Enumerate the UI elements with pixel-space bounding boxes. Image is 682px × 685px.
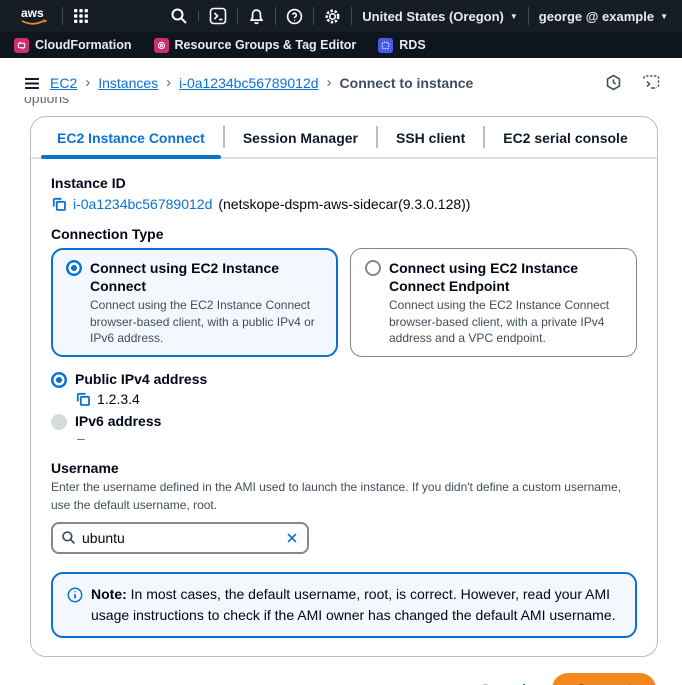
radio-unselected-icon — [365, 260, 381, 276]
username-input-wrapper — [51, 521, 309, 554]
divider — [275, 7, 277, 25]
account-menu[interactable]: george @ example ▼ — [539, 9, 668, 24]
apps-grid-icon[interactable] — [73, 8, 89, 24]
connection-type-options: Connect using EC2 Instance Connect Conne… — [51, 248, 637, 357]
cloudformation-icon — [14, 37, 29, 53]
rds-icon — [378, 37, 394, 53]
divider — [527, 7, 529, 25]
ipv6-radio-row: IPv6 address — [51, 413, 637, 430]
favorites-bar: CloudFormation Resource Groups & Tag Edi… — [0, 32, 682, 58]
search-icon — [62, 531, 76, 545]
option-title: Connect using EC2 Instance Connect Endpo… — [389, 260, 579, 295]
menu-icon[interactable] — [24, 75, 40, 91]
divider — [237, 7, 239, 25]
option-ec2-instance-connect-endpoint[interactable]: Connect using EC2 Instance Connect Endpo… — [350, 248, 637, 357]
connect-panel: EC2 Instance Connect Session Manager SSH… — [30, 116, 658, 657]
note-alert: Note: In most cases, the default usernam… — [51, 571, 637, 638]
favorite-label: Resource Groups & Tag Editor — [174, 38, 357, 52]
note-text: Note: In most cases, the default usernam… — [91, 584, 621, 626]
aws-logo[interactable]: aws — [18, 5, 52, 27]
option-content: Connect using EC2 Instance Connect Conne… — [90, 259, 323, 346]
option-content: Connect using EC2 Instance Connect Endpo… — [389, 259, 622, 346]
history-icon[interactable] — [605, 74, 622, 91]
radio-selected-icon — [66, 260, 82, 276]
instance-id-row: i-0a1234bc56789012d (netskope-dspm-aws-si… — [51, 196, 637, 212]
instance-id-link[interactable]: i-0a1234bc56789012d — [73, 196, 212, 212]
cloudshell-panel-icon[interactable] — [642, 74, 660, 91]
favorite-label: RDS — [399, 38, 426, 52]
username-description: Enter the username defined in the AMI us… — [51, 479, 621, 512]
tab-content: Instance ID i-0a1234bc56789012d (netskope… — [31, 159, 657, 656]
settings-icon[interactable] — [324, 8, 341, 25]
favorite-label: CloudFormation — [35, 38, 132, 52]
radio-selected-icon — [51, 371, 67, 388]
chevron-down-icon: ▼ — [660, 11, 668, 21]
top-navigation: aws United States (Oregon) ▼ george @ ex… — [0, 0, 682, 32]
divider — [198, 11, 200, 21]
username-section: Username Enter the username defined in t… — [51, 460, 637, 554]
divider — [62, 7, 63, 25]
tab-bar: EC2 Instance Connect Session Manager SSH… — [31, 117, 657, 159]
tab-ec2-instance-connect[interactable]: EC2 Instance Connect — [39, 117, 223, 159]
public-ipv4-value: 1.2.3.4 — [97, 390, 140, 407]
breadcrumb-link-instances[interactable]: Instances — [98, 75, 158, 91]
public-ipv4-radio-row[interactable]: Public IPv4 address — [51, 371, 637, 388]
instance-id-label: Instance ID — [51, 175, 126, 191]
region-selector[interactable]: United States (Oregon) ▼ — [362, 9, 518, 24]
chevron-down-icon: ▼ — [509, 11, 518, 21]
username-label: Username — [51, 459, 119, 476]
option-description: Connect using the EC2 Instance Connect b… — [90, 298, 315, 345]
breadcrumb-separator: › — [326, 74, 332, 91]
username-input[interactable] — [82, 529, 279, 546]
search-icon[interactable] — [170, 7, 188, 25]
footer-actions: Cancel Connect — [0, 657, 682, 685]
option-title: Connect using EC2 Instance Connect — [90, 260, 280, 295]
favorite-resource-groups[interactable]: Resource Groups & Tag Editor — [153, 37, 357, 53]
breadcrumb-current: Connect to instance — [339, 74, 474, 91]
svg-text:aws: aws — [21, 6, 44, 20]
notifications-icon[interactable] — [248, 8, 265, 25]
instance-name-suffix: (netskope-dspm-aws-sidecar(9.3.0.128)) — [218, 196, 471, 212]
breadcrumb-link-instance-id[interactable]: i-0a1234bc56789012d — [179, 75, 318, 91]
breadcrumb-actions — [605, 74, 660, 91]
help-icon[interactable] — [286, 8, 303, 25]
ipv6-label: IPv6 address — [75, 413, 162, 430]
cloudshell-icon[interactable] — [209, 7, 227, 25]
resource-groups-icon — [153, 37, 169, 53]
connect-button[interactable]: Connect — [552, 672, 656, 685]
region-label: United States (Oregon) — [362, 8, 504, 24]
info-icon — [67, 587, 83, 603]
breadcrumb-link-ec2[interactable]: EC2 — [50, 75, 77, 91]
tab-ssh-client[interactable]: SSH client — [378, 117, 483, 157]
divider — [351, 7, 353, 25]
connection-type-label: Connection Type — [51, 226, 164, 242]
breadcrumb-separator: › — [85, 74, 91, 91]
account-label: george @ example — [538, 8, 655, 24]
copy-icon[interactable] — [51, 196, 67, 212]
public-ipv4-value-row: 1.2.3.4 — [75, 391, 637, 407]
breadcrumb: EC2 › Instances › i-0a1234bc56789012d › … — [50, 74, 595, 91]
option-ec2-instance-connect[interactable]: Connect using EC2 Instance Connect Conne… — [51, 248, 338, 357]
clear-icon[interactable] — [285, 531, 299, 545]
cancel-button[interactable]: Cancel — [480, 681, 526, 685]
note-prefix: Note: — [91, 585, 127, 602]
divider — [313, 7, 315, 25]
radio-disabled-icon — [51, 413, 67, 430]
tab-session-manager[interactable]: Session Manager — [225, 117, 376, 157]
tab-ec2-serial-console[interactable]: EC2 serial console — [485, 117, 646, 157]
favorite-rds[interactable]: RDS — [378, 37, 426, 53]
public-ipv4-label: Public IPv4 address — [75, 371, 208, 388]
ipv6-value: – — [77, 429, 85, 446]
copy-icon[interactable] — [75, 391, 91, 407]
breadcrumb-row: EC2 › Instances › i-0a1234bc56789012d › … — [0, 58, 682, 97]
favorite-cloudformation[interactable]: CloudFormation — [14, 37, 132, 53]
breadcrumb-separator: › — [166, 74, 172, 91]
option-description: Connect using the EC2 Instance Connect b… — [389, 298, 610, 345]
aws-console-page: aws United States (Oregon) ▼ george @ ex… — [0, 0, 682, 685]
clipped-scroll-text: options — [24, 97, 70, 106]
note-body: In most cases, the default username, roo… — [91, 585, 616, 623]
